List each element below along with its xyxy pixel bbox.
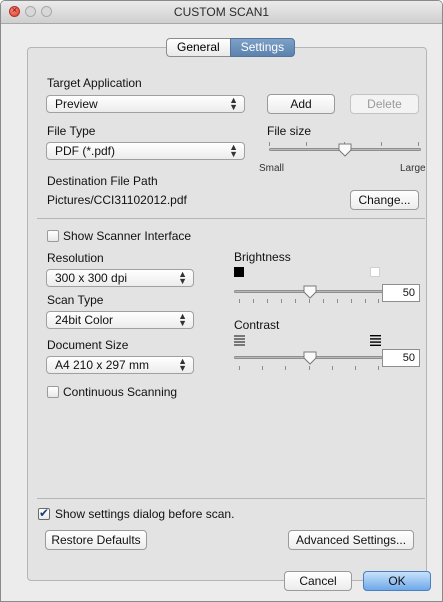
tab-bar: General Settings — [166, 38, 296, 57]
delete-button[interactable]: Delete — [350, 94, 419, 114]
contrast-high-icon — [370, 335, 381, 346]
add-button[interactable]: Add — [267, 94, 335, 114]
contrast-slider-thumb[interactable] — [303, 351, 317, 365]
show-settings-dialog-label: Show settings dialog before scan. — [55, 507, 235, 521]
show-scanner-interface-label: Show Scanner Interface — [63, 229, 192, 243]
tab-settings[interactable]: Settings — [229, 38, 296, 57]
file-type-select[interactable]: PDF (*.pdf) ▲ ▼ — [46, 142, 245, 160]
popup-arrows-icon: ▲ ▼ — [229, 95, 238, 112]
show-scanner-interface-checkbox[interactable] — [47, 230, 59, 242]
target-application-label: Target Application — [47, 76, 142, 90]
change-button[interactable]: Change... — [350, 190, 419, 210]
document-size-value: A4 210 x 297 mm — [55, 358, 150, 372]
scan-type-value: 24bit Color — [55, 313, 114, 327]
popup-arrows-icon: ▲ ▼ — [178, 356, 187, 373]
destination-path-label: Destination File Path — [47, 174, 158, 188]
contrast-ticks — [239, 366, 379, 370]
document-size-select[interactable]: A4 210 x 297 mm ▲ ▼ — [46, 356, 194, 374]
contrast-low-icon — [234, 335, 245, 346]
advanced-settings-button[interactable]: Advanced Settings... — [288, 530, 414, 550]
brightness-value-field[interactable]: 50 — [382, 284, 420, 302]
popup-arrows-icon: ▲ ▼ — [178, 269, 187, 286]
white-square-icon — [370, 267, 380, 277]
continuous-scanning-checkbox[interactable] — [47, 386, 59, 398]
brightness-label: Brightness — [234, 250, 291, 264]
dialog-window: × CUSTOM SCAN1 General Settings Target A… — [0, 0, 443, 602]
cancel-button[interactable]: Cancel — [284, 571, 352, 591]
scan-type-select[interactable]: 24bit Color ▲ ▼ — [46, 311, 194, 329]
target-application-select[interactable]: Preview ▲ ▼ — [46, 95, 245, 113]
scan-type-label: Scan Type — [47, 293, 104, 307]
popup-arrows-icon: ▲ ▼ — [229, 142, 238, 159]
contrast-label: Contrast — [234, 318, 280, 332]
file-size-small-label: Small — [259, 163, 285, 174]
file-type-label: File Type — [47, 124, 96, 138]
file-size-label: File size — [267, 124, 312, 138]
resolution-label: Resolution — [47, 251, 104, 265]
resolution-value: 300 x 300 dpi — [55, 271, 128, 285]
tab-general[interactable]: General — [166, 38, 230, 57]
restore-defaults-button[interactable]: Restore Defaults — [45, 530, 147, 550]
section-divider — [37, 498, 425, 499]
popup-arrows-icon: ▲ ▼ — [178, 311, 187, 328]
brightness-slider-thumb[interactable] — [303, 285, 317, 299]
show-settings-dialog-checkbox[interactable] — [38, 506, 50, 520]
ok-button[interactable]: OK — [363, 571, 431, 591]
resolution-select[interactable]: 300 x 300 dpi ▲ ▼ — [46, 269, 194, 287]
file-size-slider-thumb[interactable] — [338, 143, 352, 157]
black-square-icon — [234, 267, 244, 277]
section-divider — [37, 218, 425, 219]
brightness-ticks — [239, 299, 379, 303]
destination-path-value: Pictures/CCI31102012.pdf — [47, 193, 187, 207]
contrast-value-field[interactable]: 50 — [382, 349, 420, 367]
target-application-value: Preview — [55, 97, 98, 111]
continuous-scanning-label: Continuous Scanning — [63, 385, 178, 399]
file-size-large-label: Large — [400, 163, 426, 174]
title-bar[interactable]: × CUSTOM SCAN1 — [1, 1, 442, 24]
window-title: CUSTOM SCAN1 — [173, 5, 270, 19]
file-type-value: PDF (*.pdf) — [55, 144, 116, 158]
document-size-label: Document Size — [47, 338, 129, 352]
